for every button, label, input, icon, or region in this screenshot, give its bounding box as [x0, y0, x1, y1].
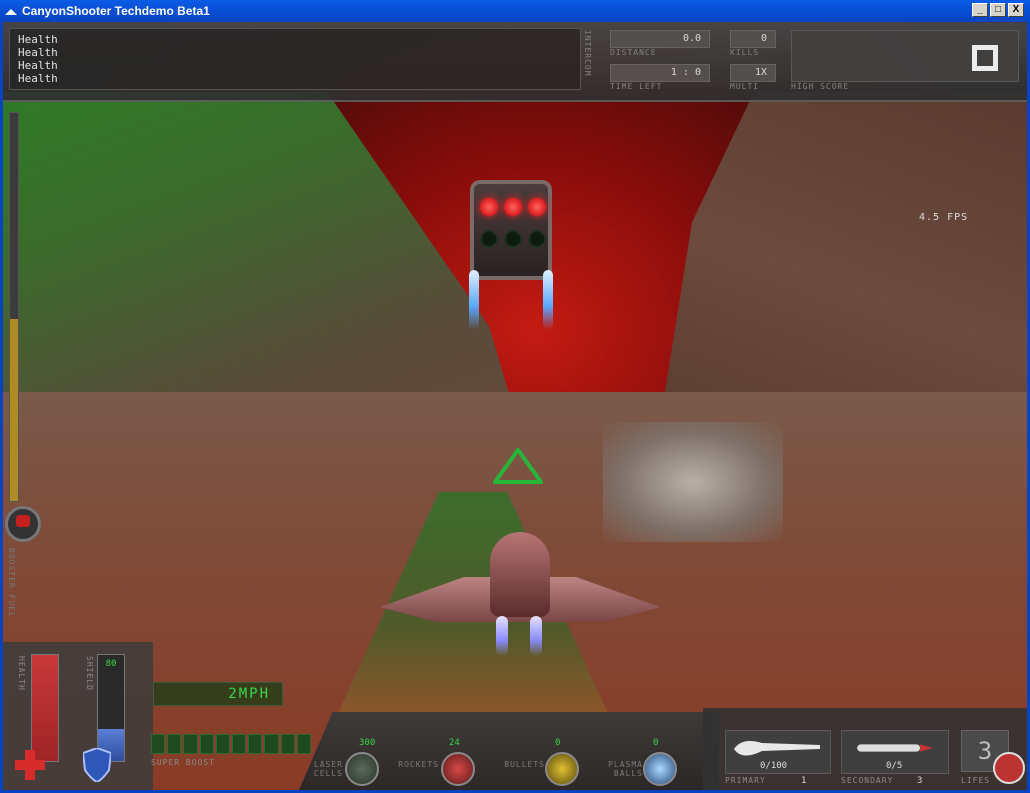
- distance-value: 0.0: [610, 30, 710, 48]
- health-bar: [31, 654, 59, 762]
- plasma-weapon-icon[interactable]: [643, 752, 677, 786]
- boost-segment: [248, 734, 263, 754]
- secondary-ammo: 0/5: [886, 761, 903, 771]
- bullets-count: 0: [555, 738, 561, 748]
- multi-value: 1X: [730, 64, 776, 82]
- shield-value: 80: [105, 659, 117, 669]
- enemy-port: [504, 230, 522, 248]
- secondary-index: 3: [917, 776, 923, 786]
- health-label: HEALTH: [17, 656, 26, 691]
- ship-thruster: [530, 616, 542, 656]
- time-left-value: 1 : 0: [610, 64, 710, 82]
- shield-bar: 80: [97, 654, 125, 762]
- boost-segment: [296, 734, 312, 754]
- enemy-jet-flame: [469, 270, 479, 330]
- ship-thruster: [496, 616, 508, 656]
- kills-value: 0: [730, 30, 776, 48]
- kills-label: KILLS: [730, 48, 760, 57]
- primary-weapon-icon: [734, 741, 820, 756]
- rockets-label: ROCKETS: [398, 760, 439, 769]
- bullets-label: BULLETS: [504, 760, 545, 769]
- enemy-port: [528, 230, 546, 248]
- game-viewport[interactable]: 4.5 FPS Health Health Health Health INTE…: [0, 22, 1030, 793]
- laser-weapon-icon[interactable]: [345, 752, 379, 786]
- minimize-button[interactable]: _: [972, 3, 988, 17]
- high-score-label: HIGH SCORE: [791, 82, 850, 91]
- boost-segment: [232, 734, 247, 754]
- intercom-label: INTERCOM: [583, 30, 592, 77]
- app-icon: [5, 5, 17, 15]
- primary-ammo: 0/100: [760, 761, 788, 771]
- distance-label: DISTANCE: [610, 48, 657, 57]
- enemy-light: [504, 198, 522, 216]
- laser-count: 300: [359, 738, 376, 748]
- rockets-count: 24: [449, 738, 460, 748]
- maximize-button[interactable]: □: [990, 3, 1006, 17]
- intercom-line: Health: [18, 33, 58, 46]
- primary-weapon-slot[interactable]: 0/100: [725, 730, 831, 774]
- health-cross-icon: [15, 750, 45, 780]
- window-titlebar[interactable]: CanyonShooter Techdemo Beta1 _ □ X: [0, 0, 1030, 22]
- secondary-label: SECONDARY: [841, 776, 894, 785]
- enemy-port: [480, 230, 498, 248]
- enemy-light: [528, 198, 546, 216]
- boost-segment: [151, 734, 166, 754]
- time-left-label: TIME LEFT: [610, 82, 663, 91]
- shield-label: SHIELD: [85, 656, 94, 691]
- boost-segment: [264, 734, 279, 754]
- super-boost-bar: [151, 734, 312, 754]
- laser-label: LASER CELLS: [313, 760, 343, 778]
- boost-segment: [199, 734, 214, 754]
- boost-segment: [280, 734, 295, 754]
- intercom-line: Health: [18, 72, 58, 85]
- plasma-count: 0: [653, 738, 659, 748]
- booster-fuel-fill: [10, 318, 18, 501]
- intercom-line: Health: [18, 59, 58, 72]
- square-icon: [972, 45, 998, 71]
- secondary-weapon-icon: [857, 744, 933, 752]
- booster-gauge-icon: [5, 506, 41, 542]
- shield-icon: [83, 748, 111, 782]
- multi-label: MULTI: [730, 82, 760, 91]
- booster-fuel-label: BOOSTER FUEL: [7, 548, 16, 618]
- boost-segment: [167, 734, 182, 754]
- bullet-weapon-icon[interactable]: [545, 752, 579, 786]
- enemy-jet-flame: [543, 270, 553, 330]
- secondary-weapon-slot[interactable]: 0/5: [841, 730, 949, 774]
- booster-fuel-bar: [9, 112, 19, 502]
- close-button[interactable]: X: [1008, 3, 1024, 17]
- canyon-floor-highlight: [603, 422, 783, 542]
- player-ship: [380, 532, 660, 656]
- primary-index: 1: [801, 776, 807, 786]
- high-score-panel: [791, 30, 1019, 82]
- rocket-weapon-icon[interactable]: [441, 752, 475, 786]
- super-boost-label: SUPER BOOST: [151, 758, 215, 767]
- fps-counter: 4.5 FPS: [919, 212, 969, 223]
- intercom-log: Health Health Health Health: [9, 28, 581, 90]
- primary-label: PRIMARY: [725, 776, 766, 785]
- window-title: CanyonShooter Techdemo Beta1: [22, 4, 210, 18]
- health-bar-fill: [32, 655, 58, 761]
- boost-segment: [183, 734, 198, 754]
- lifes-label: LIFES: [961, 776, 991, 785]
- hud-top-bar: Health Health Health Health INTERCOM 0.0…: [3, 22, 1027, 102]
- enemy-light: [480, 198, 498, 216]
- plasma-label: PLASMA BALLS: [608, 760, 643, 778]
- canyon-scene: 4.5 FPS: [3, 22, 1027, 790]
- intercom-line: Health: [18, 46, 58, 59]
- crosshair-icon: [493, 448, 543, 484]
- heart-icon[interactable]: [993, 752, 1025, 784]
- ship-body: [490, 532, 550, 617]
- speed-indicator: 2MPH: [153, 682, 283, 706]
- boost-segment: [215, 734, 231, 754]
- enemy-drone: [470, 180, 552, 280]
